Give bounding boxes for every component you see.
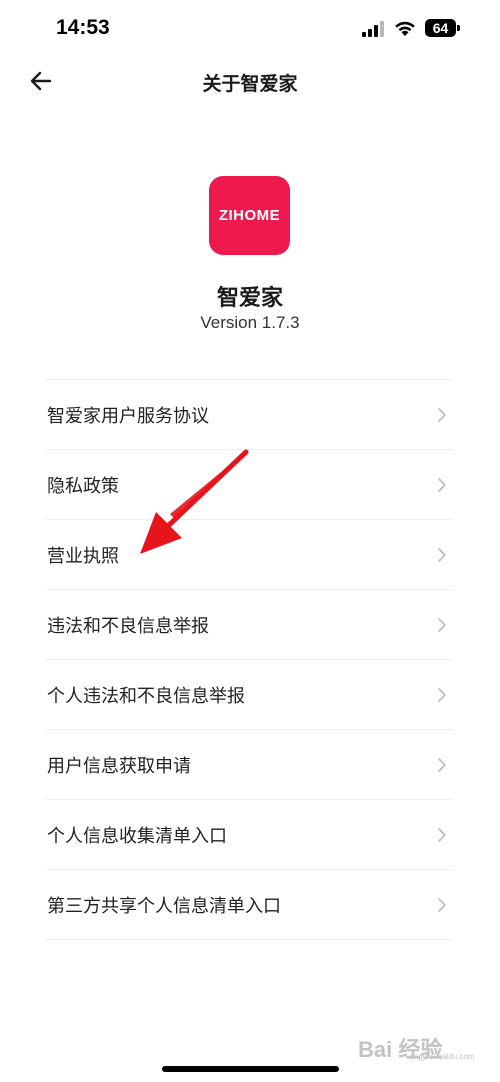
status-bar: 14:53 64 [0,0,500,60]
chevron-right-icon [438,408,446,422]
watermark-sub-text: jingyan.baidu.com [410,1052,475,1061]
chevron-right-icon [438,758,446,772]
menu-item-label: 智爱家用户服务协议 [47,405,209,427]
arrow-left-icon [30,71,52,91]
menu-item-personal-illegal-info-report[interactable]: 个人违法和不良信息举报 [46,660,453,730]
battery-level: 64 [432,20,449,36]
menu-item-label: 隐私政策 [47,475,119,497]
chevron-right-icon [438,548,446,562]
battery-icon: 64 [425,19,456,37]
menu-item-label: 个人信息收集清单入口 [47,825,227,847]
menu-item-user-info-request[interactable]: 用户信息获取申请 [46,730,453,800]
chevron-right-icon [438,618,446,632]
app-icon: ZIHOME [209,176,290,255]
chevron-right-icon [438,828,446,842]
menu-item-personal-info-collection-list[interactable]: 个人信息收集清单入口 [46,800,453,870]
app-version: Version 1.7.3 [200,313,300,332]
signal-icon [362,21,384,37]
wifi-icon [395,21,415,36]
app-name: 智爱家 [216,286,283,311]
menu-item-label: 违法和不良信息举报 [47,615,209,637]
chevron-right-icon [438,478,446,492]
page-title: 关于智爱家 [202,73,298,95]
menu-item-label: 营业执照 [47,545,119,567]
menu-item-label: 个人违法和不良信息举报 [47,685,245,707]
home-indicator[interactable] [162,1066,339,1072]
menu-item-label: 第三方共享个人信息清单入口 [47,895,281,917]
menu-item-third-party-sharing-list[interactable]: 第三方共享个人信息清单入口 [46,870,453,940]
chevron-right-icon [438,688,446,702]
red-arrow-icon [140,449,249,554]
menu-item-service-agreement[interactable]: 智爱家用户服务协议 [46,380,453,450]
status-time: 14:53 [56,16,110,39]
menu-item-label: 用户信息获取申请 [47,755,191,777]
app-icon-logo-text: ZIHOME [218,207,281,224]
nav-bar: 关于智爱家 [0,60,500,104]
baidu-watermark: Bai 经验 jingyan.baidu.com [358,1030,488,1066]
battery-cap [457,25,460,31]
chevron-right-icon [438,898,446,912]
menu-item-illegal-info-report[interactable]: 违法和不良信息举报 [46,590,453,660]
back-button[interactable] [28,68,54,94]
